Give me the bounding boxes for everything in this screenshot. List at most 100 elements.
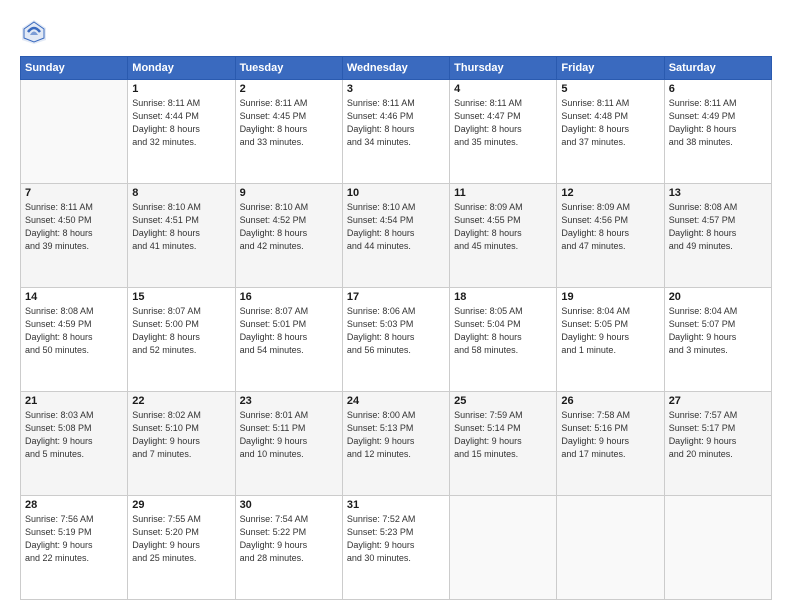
day-info: Sunrise: 8:11 AM Sunset: 4:45 PM Dayligh…: [240, 97, 338, 149]
day-number: 29: [132, 499, 230, 511]
calendar-cell: 18Sunrise: 8:05 AM Sunset: 5:04 PM Dayli…: [450, 288, 557, 392]
day-number: 27: [669, 395, 767, 407]
calendar-week-row: 1Sunrise: 8:11 AM Sunset: 4:44 PM Daylig…: [21, 80, 772, 184]
calendar-cell: 24Sunrise: 8:00 AM Sunset: 5:13 PM Dayli…: [342, 392, 449, 496]
weekday-header-monday: Monday: [128, 57, 235, 80]
calendar-cell: 2Sunrise: 8:11 AM Sunset: 4:45 PM Daylig…: [235, 80, 342, 184]
page: SundayMondayTuesdayWednesdayThursdayFrid…: [0, 0, 792, 612]
day-number: 22: [132, 395, 230, 407]
day-number: 12: [561, 187, 659, 199]
day-number: 10: [347, 187, 445, 199]
day-info: Sunrise: 8:11 AM Sunset: 4:49 PM Dayligh…: [669, 97, 767, 149]
calendar-table: SundayMondayTuesdayWednesdayThursdayFrid…: [20, 56, 772, 600]
calendar-cell: 9 Sunrise: 8:10 AM Sunset: 4:52 PM Daylig…: [235, 184, 342, 288]
calendar-cell: 16 Sunrise: 8:07 AM Sunset: 5:01 PM Dayli…: [235, 288, 342, 392]
calendar-cell: 30Sunrise: 7:54 AM Sunset: 5:22 PM Dayli…: [235, 496, 342, 600]
day-number: 11: [454, 187, 552, 199]
day-info: Sunrise: 8:01 AM Sunset: 5:11 PM Dayligh…: [240, 409, 338, 461]
calendar-cell: 25 Sunrise: 7:59 AM Sunset: 5:14 PM Dayli…: [450, 392, 557, 496]
day-number: 25: [454, 395, 552, 407]
day-info: Sunrise: 8:10 AM Sunset: 4:51 PM Dayligh…: [132, 201, 230, 253]
logo-icon: [20, 18, 48, 46]
calendar-cell: 27Sunrise: 7:57 AM Sunset: 5:17 PM Dayli…: [664, 392, 771, 496]
day-info: Sunrise: 8:10 AM Sunset: 4:52 PM Dayligh…: [240, 201, 338, 253]
day-info: Sunrise: 8:08 AM Sunset: 4:59 PM Dayligh…: [25, 305, 123, 357]
day-info: Sunrise: 8:10 AM Sunset: 4:54 PM Dayligh…: [347, 201, 445, 253]
day-info: Sunrise: 8:02 AM Sunset: 5:10 PM Dayligh…: [132, 409, 230, 461]
calendar-cell: 29 Sunrise: 7:55 AM Sunset: 5:20 PM Dayli…: [128, 496, 235, 600]
day-info: Sunrise: 8:04 AM Sunset: 5:05 PM Dayligh…: [561, 305, 659, 357]
day-number: 30: [240, 499, 338, 511]
day-info: Sunrise: 7:59 AM Sunset: 5:14 PM Dayligh…: [454, 409, 552, 461]
calendar-cell: 22 Sunrise: 8:02 AM Sunset: 5:10 PM Dayli…: [128, 392, 235, 496]
calendar-cell: 31Sunrise: 7:52 AM Sunset: 5:23 PM Dayli…: [342, 496, 449, 600]
day-number: 20: [669, 291, 767, 303]
calendar-cell: 1Sunrise: 8:11 AM Sunset: 4:44 PM Daylig…: [128, 80, 235, 184]
calendar-cell: 21Sunrise: 8:03 AM Sunset: 5:08 PM Dayli…: [21, 392, 128, 496]
day-info: Sunrise: 8:11 AM Sunset: 4:46 PM Dayligh…: [347, 97, 445, 149]
weekday-header-wednesday: Wednesday: [342, 57, 449, 80]
weekday-header-friday: Friday: [557, 57, 664, 80]
calendar-week-row: 28 Sunrise: 7:56 AM Sunset: 5:19 PM Dayli…: [21, 496, 772, 600]
weekday-header-row: SundayMondayTuesdayWednesdayThursdayFrid…: [21, 57, 772, 80]
calendar-cell: 4 Sunrise: 8:11 AM Sunset: 4:47 PM Daylig…: [450, 80, 557, 184]
weekday-header-tuesday: Tuesday: [235, 57, 342, 80]
calendar-week-row: 14Sunrise: 8:08 AM Sunset: 4:59 PM Dayli…: [21, 288, 772, 392]
day-number: 1: [132, 83, 230, 95]
day-number: 23: [240, 395, 338, 407]
calendar-week-row: 21Sunrise: 8:03 AM Sunset: 5:08 PM Dayli…: [21, 392, 772, 496]
day-number: 17: [347, 291, 445, 303]
day-number: 19: [561, 291, 659, 303]
weekday-header-sunday: Sunday: [21, 57, 128, 80]
day-info: Sunrise: 8:00 AM Sunset: 5:13 PM Dayligh…: [347, 409, 445, 461]
calendar-cell: 14Sunrise: 8:08 AM Sunset: 4:59 PM Dayli…: [21, 288, 128, 392]
day-info: Sunrise: 8:03 AM Sunset: 5:08 PM Dayligh…: [25, 409, 123, 461]
calendar-cell: 8 Sunrise: 8:10 AM Sunset: 4:51 PM Daylig…: [128, 184, 235, 288]
logo: [20, 18, 52, 46]
calendar-cell: 11 Sunrise: 8:09 AM Sunset: 4:55 PM Dayli…: [450, 184, 557, 288]
calendar-cell: 17 Sunrise: 8:06 AM Sunset: 5:03 PM Dayli…: [342, 288, 449, 392]
day-number: 6: [669, 83, 767, 95]
day-number: 4: [454, 83, 552, 95]
calendar-cell: 13 Sunrise: 8:08 AM Sunset: 4:57 PM Dayli…: [664, 184, 771, 288]
calendar-cell: 5Sunrise: 8:11 AM Sunset: 4:48 PM Daylig…: [557, 80, 664, 184]
weekday-header-saturday: Saturday: [664, 57, 771, 80]
day-info: Sunrise: 8:08 AM Sunset: 4:57 PM Dayligh…: [669, 201, 767, 253]
day-info: Sunrise: 8:11 AM Sunset: 4:48 PM Dayligh…: [561, 97, 659, 149]
day-info: Sunrise: 8:09 AM Sunset: 4:55 PM Dayligh…: [454, 201, 552, 253]
day-number: 31: [347, 499, 445, 511]
day-info: Sunrise: 7:56 AM Sunset: 5:19 PM Dayligh…: [25, 513, 123, 565]
day-number: 15: [132, 291, 230, 303]
calendar-cell: 10 Sunrise: 8:10 AM Sunset: 4:54 PM Dayli…: [342, 184, 449, 288]
day-info: Sunrise: 8:06 AM Sunset: 5:03 PM Dayligh…: [347, 305, 445, 357]
weekday-header-thursday: Thursday: [450, 57, 557, 80]
day-number: 28: [25, 499, 123, 511]
calendar-cell: 3 Sunrise: 8:11 AM Sunset: 4:46 PM Daylig…: [342, 80, 449, 184]
calendar-cell: [450, 496, 557, 600]
day-number: 13: [669, 187, 767, 199]
day-info: Sunrise: 8:07 AM Sunset: 5:01 PM Dayligh…: [240, 305, 338, 357]
calendar-cell: 6 Sunrise: 8:11 AM Sunset: 4:49 PM Daylig…: [664, 80, 771, 184]
calendar-cell: 23 Sunrise: 8:01 AM Sunset: 5:11 PM Dayli…: [235, 392, 342, 496]
header: [20, 18, 772, 46]
day-number: 7: [25, 187, 123, 199]
calendar-cell: 7 Sunrise: 8:11 AM Sunset: 4:50 PM Daylig…: [21, 184, 128, 288]
calendar-cell: 12 Sunrise: 8:09 AM Sunset: 4:56 PM Dayli…: [557, 184, 664, 288]
calendar-cell: 20 Sunrise: 8:04 AM Sunset: 5:07 PM Dayli…: [664, 288, 771, 392]
day-info: Sunrise: 8:11 AM Sunset: 4:47 PM Dayligh…: [454, 97, 552, 149]
day-number: 3: [347, 83, 445, 95]
day-number: 8: [132, 187, 230, 199]
calendar-cell: 26Sunrise: 7:58 AM Sunset: 5:16 PM Dayli…: [557, 392, 664, 496]
calendar-cell: [664, 496, 771, 600]
day-info: Sunrise: 8:09 AM Sunset: 4:56 PM Dayligh…: [561, 201, 659, 253]
calendar-cell: 15 Sunrise: 8:07 AM Sunset: 5:00 PM Dayli…: [128, 288, 235, 392]
day-number: 9: [240, 187, 338, 199]
day-info: Sunrise: 8:11 AM Sunset: 4:50 PM Dayligh…: [25, 201, 123, 253]
day-number: 16: [240, 291, 338, 303]
day-info: Sunrise: 8:04 AM Sunset: 5:07 PM Dayligh…: [669, 305, 767, 357]
day-info: Sunrise: 7:55 AM Sunset: 5:20 PM Dayligh…: [132, 513, 230, 565]
day-info: Sunrise: 8:07 AM Sunset: 5:00 PM Dayligh…: [132, 305, 230, 357]
day-number: 18: [454, 291, 552, 303]
calendar-week-row: 7 Sunrise: 8:11 AM Sunset: 4:50 PM Daylig…: [21, 184, 772, 288]
calendar-cell: 19 Sunrise: 8:04 AM Sunset: 5:05 PM Dayli…: [557, 288, 664, 392]
